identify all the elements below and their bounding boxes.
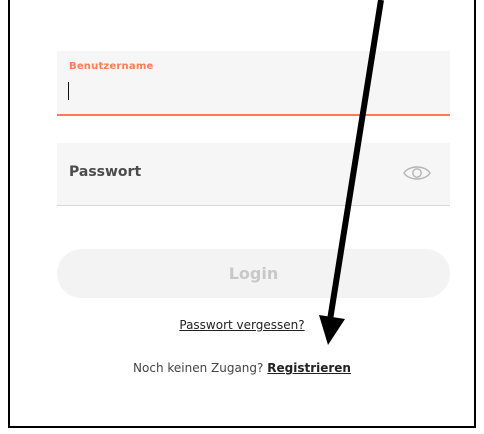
username-label: Benutzername	[69, 61, 154, 72]
username-field[interactable]: Benutzername	[57, 51, 450, 116]
register-prompt: Noch keinen Zugang?	[133, 361, 264, 375]
forgot-password-link[interactable]: Passwort vergessen?	[179, 318, 304, 332]
register-link[interactable]: Registrieren	[267, 361, 351, 375]
register-row: Noch keinen Zugang? Registrieren	[0, 361, 484, 375]
password-field[interactable]: Passwort	[57, 143, 450, 206]
username-input[interactable]	[69, 76, 369, 102]
eye-icon[interactable]	[402, 163, 432, 183]
forgot-password-row: Passwort vergessen?	[0, 318, 484, 332]
frame-border-bottom	[8, 426, 476, 428]
password-placeholder: Passwort	[69, 164, 142, 180]
login-button[interactable]: Login	[57, 249, 450, 298]
login-frame: Benutzername Passwort Login Passwort ver…	[0, 0, 484, 434]
